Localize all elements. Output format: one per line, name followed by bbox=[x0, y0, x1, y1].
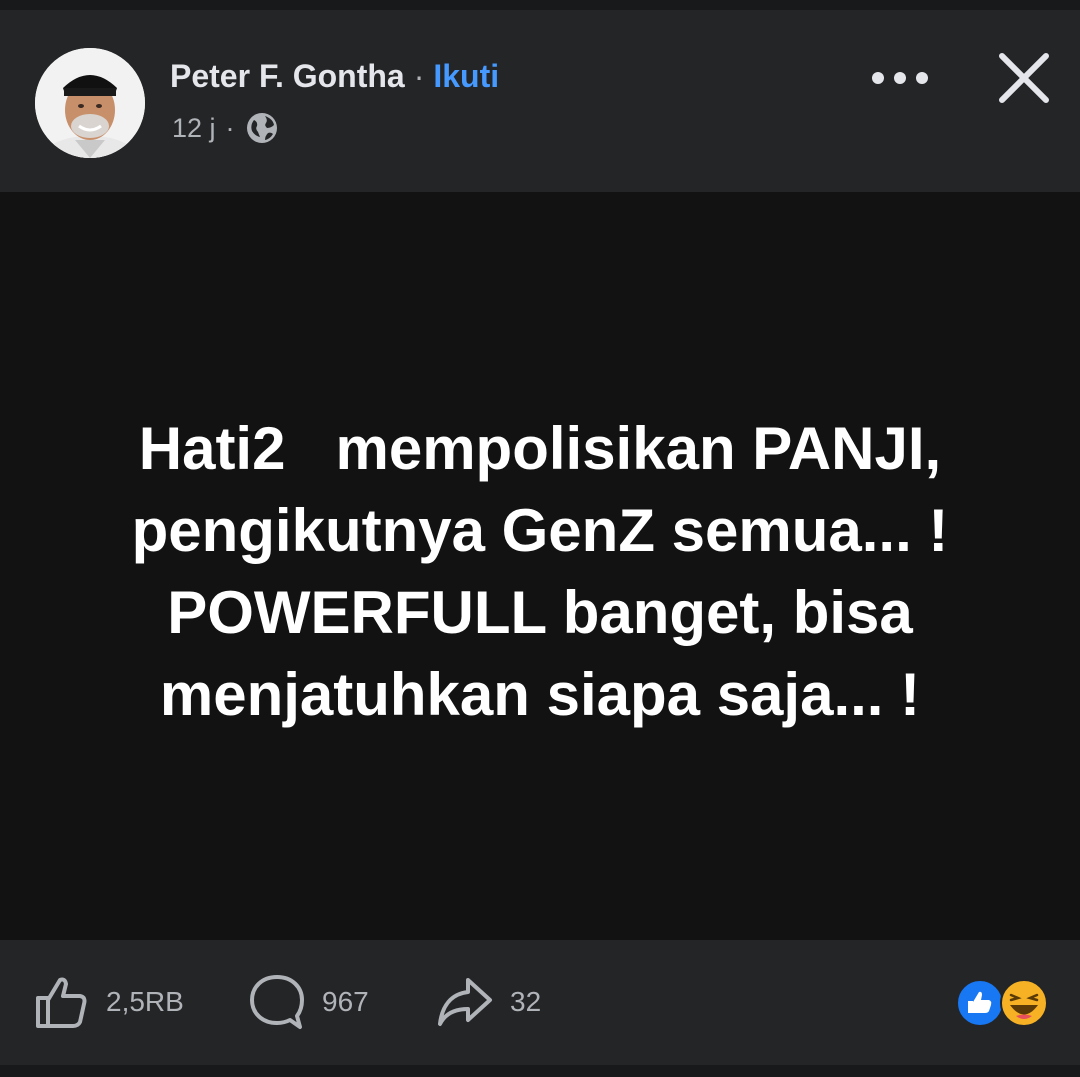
more-dots-icon bbox=[872, 72, 928, 84]
post-text: Hati2 mempolisikan PANJI, pengikutnya Ge… bbox=[131, 415, 949, 728]
post-viewer: Peter F. Gontha · Ikuti 12 j · Hati2 mem… bbox=[0, 0, 1080, 1077]
post-meta: 12 j · bbox=[172, 108, 279, 148]
avatar[interactable] bbox=[35, 48, 145, 158]
top-edge bbox=[0, 0, 1080, 10]
share-icon bbox=[438, 978, 492, 1026]
reaction-summary[interactable] bbox=[955, 978, 1051, 1028]
post-header: Peter F. Gontha · Ikuti 12 j · bbox=[0, 10, 1080, 192]
close-button[interactable] bbox=[994, 48, 1054, 108]
share-count: 32 bbox=[510, 986, 542, 1017]
author-name[interactable]: Peter F. Gontha bbox=[170, 58, 405, 95]
comment-count: 967 bbox=[322, 986, 369, 1017]
globe-icon bbox=[246, 113, 277, 143]
haha-reaction-icon bbox=[1000, 979, 1048, 1027]
close-icon bbox=[999, 53, 1049, 103]
share-button[interactable]: 32 bbox=[436, 970, 541, 1034]
like-count: 2,5RB bbox=[106, 986, 184, 1017]
comment-button[interactable]: 967 bbox=[248, 970, 369, 1034]
post-time[interactable]: 12 j bbox=[172, 113, 216, 144]
post-content: Hati2 mempolisikan PANJI, pengikutnya Ge… bbox=[0, 192, 1080, 940]
action-bar: 2,5RB 967 32 bbox=[0, 940, 1080, 1065]
thumbs-up-icon bbox=[36, 977, 87, 1028]
name-separator: · bbox=[413, 57, 425, 94]
more-options-button[interactable] bbox=[868, 54, 932, 102]
like-reaction-icon bbox=[956, 979, 1004, 1027]
like-button[interactable]: 2,5RB bbox=[34, 970, 184, 1034]
bottom-edge bbox=[0, 1065, 1080, 1077]
author-row: Peter F. Gontha · Ikuti bbox=[170, 54, 499, 98]
follow-button[interactable]: Ikuti bbox=[433, 58, 499, 95]
avatar-image bbox=[35, 48, 145, 158]
meta-separator: · bbox=[225, 112, 235, 143]
comment-icon bbox=[250, 975, 304, 1029]
reaction-icons bbox=[956, 979, 1048, 1027]
